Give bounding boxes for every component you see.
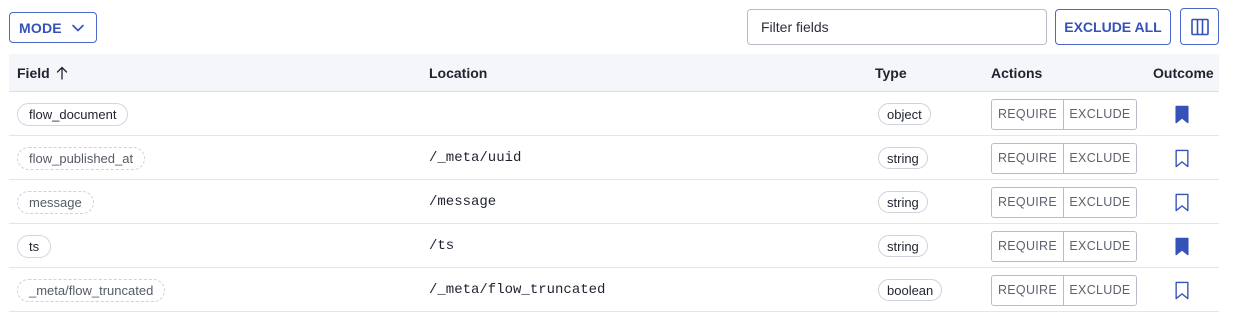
type-cell: string <box>878 180 928 224</box>
location-cell: /message <box>429 194 497 210</box>
actions-cell: REQUIRE EXCLUDE <box>991 180 1137 224</box>
column-header-field[interactable]: Field <box>17 54 68 92</box>
field-cell: _meta/flow_truncated <box>17 268 166 312</box>
field-cell: ts <box>17 224 52 268</box>
table-row: ts/ts string REQUIRE EXCLUDE <box>9 224 1219 268</box>
location-cell: /ts <box>429 238 455 254</box>
actions-cell: REQUIRE EXCLUDE <box>991 92 1137 136</box>
field-name-chip: flow_document <box>17 102 129 126</box>
action-button-group: REQUIRE EXCLUDE <box>991 186 1137 218</box>
column-header-actions: Actions <box>991 65 1043 81</box>
chevron-down-icon <box>72 24 84 32</box>
field-name-chip: flow_published_at <box>17 146 146 170</box>
column-header-field-label: Field <box>17 65 50 81</box>
table-row: _meta/flow_truncated /_meta/flow_truncate… <box>9 268 1219 312</box>
bookmark-filled-icon <box>1175 237 1189 255</box>
exclude-all-label: EXCLUDE ALL <box>1064 19 1162 35</box>
exclude-button[interactable]: EXCLUDE <box>1064 231 1136 261</box>
arrow-up-icon <box>56 66 67 80</box>
exclude-button[interactable]: EXCLUDE <box>1064 275 1136 305</box>
action-button-group: REQUIRE EXCLUDE <box>991 142 1137 174</box>
location-cell: /_meta/uuid <box>429 150 522 166</box>
outcome-cell <box>1170 92 1194 136</box>
column-header-location: Location <box>429 65 488 81</box>
table-header: Field Location Type Actions Outcome <box>9 54 1219 92</box>
actions-cell: REQUIRE EXCLUDE <box>991 224 1137 268</box>
bookmark-outline-icon <box>1175 281 1189 299</box>
outcome-cell <box>1170 180 1194 224</box>
table-row: flow_published_at /_meta/uuid string REQUIR… <box>9 136 1219 180</box>
exclude-all-button[interactable]: EXCLUDE ALL <box>1055 9 1171 45</box>
table-row: flow_document object REQUIRE EXCLUDE <box>9 92 1219 136</box>
exclude-button[interactable]: EXCLUDE <box>1064 99 1136 129</box>
column-header-type: Type <box>875 65 907 81</box>
view-column-icon <box>1190 18 1209 35</box>
type-chip: string <box>878 191 928 213</box>
field-name-chip: ts <box>17 234 52 258</box>
action-button-group: REQUIRE EXCLUDE <box>991 230 1137 262</box>
require-button[interactable]: REQUIRE <box>992 231 1064 261</box>
column-header-outcome: Outcome <box>1153 65 1214 81</box>
field-cell: message <box>17 180 94 224</box>
exclude-button[interactable]: EXCLUDE <box>1064 143 1136 173</box>
mode-button-label: MODE <box>19 19 62 36</box>
require-button[interactable]: REQUIRE <box>992 187 1064 217</box>
exclude-button[interactable]: EXCLUDE <box>1064 187 1136 217</box>
type-cell: string <box>878 224 928 268</box>
field-cell: flow_published_at <box>17 136 146 180</box>
columns-button[interactable] <box>1180 8 1219 45</box>
outcome-cell <box>1170 268 1194 312</box>
fields-table: Field Location Type Actions Outcome flow… <box>9 54 1219 312</box>
type-chip: object <box>878 103 931 125</box>
toolbar: MODE EXCLUDE ALL <box>0 0 1236 54</box>
location-cell: /_meta/flow_truncated <box>429 282 606 298</box>
action-button-group: REQUIRE EXCLUDE <box>991 274 1137 306</box>
type-chip: boolean <box>878 279 943 301</box>
table-body: flow_document object REQUIRE EXCLUDE flow_pu… <box>9 92 1219 312</box>
field-name-chip: message <box>17 190 94 214</box>
table-row: message/message string REQUIRE EXCLUDE <box>9 180 1219 224</box>
outcome-cell <box>1170 224 1194 268</box>
filter-fields-input[interactable] <box>747 9 1047 45</box>
bookmark-outline-icon <box>1175 149 1189 167</box>
type-chip: string <box>878 147 928 169</box>
actions-cell: REQUIRE EXCLUDE <box>991 268 1137 312</box>
require-button[interactable]: REQUIRE <box>992 99 1064 129</box>
field-name-chip: _meta/flow_truncated <box>17 278 166 302</box>
action-button-group: REQUIRE EXCLUDE <box>991 98 1137 130</box>
type-cell: string <box>878 136 928 180</box>
type-chip: string <box>878 235 928 257</box>
bookmark-outline-icon <box>1175 193 1189 211</box>
actions-cell: REQUIRE EXCLUDE <box>991 136 1137 180</box>
outcome-cell <box>1170 136 1194 180</box>
bookmark-filled-icon <box>1175 105 1189 123</box>
mode-button[interactable]: MODE <box>9 12 97 43</box>
type-cell: boolean <box>878 268 943 312</box>
require-button[interactable]: REQUIRE <box>992 143 1064 173</box>
type-cell: object <box>878 92 931 136</box>
field-cell: flow_document <box>17 92 129 136</box>
require-button[interactable]: REQUIRE <box>992 275 1064 305</box>
